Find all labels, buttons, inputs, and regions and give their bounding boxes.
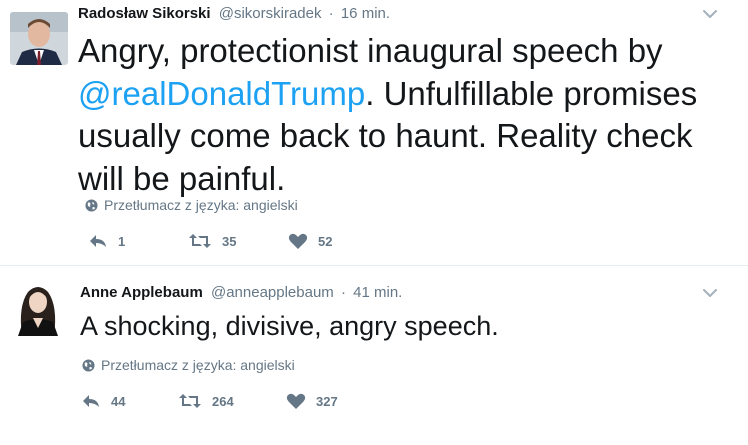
reply-count: 44 [111,393,126,409]
like-count: 327 [316,394,338,409]
mention-link[interactable]: @realDonaldTrump [78,75,365,112]
reply-button[interactable]: 44 [81,393,125,409]
tweet-text: A shocking, divisive, angry speech. [80,309,718,343]
retweet-button[interactable]: 264 [178,393,234,409]
tweet: Anne Applebaum @anneapplebaum · 41 min. … [0,265,748,445]
retweet-icon [189,234,211,248]
heart-icon [288,233,308,249]
reply-count: 1 [118,233,126,249]
tweet-text: Angry, protectionist inaugural speech by… [78,30,718,200]
author-handle[interactable]: @sikorskiradek [219,5,322,22]
author-handle[interactable]: @anneapplebaum [211,284,334,301]
tweet-text-part: Angry, protectionist inaugural speech by [78,32,663,69]
avatar-image [8,278,68,336]
retweet-count: 264 [212,393,234,409]
reply-icon [83,395,99,407]
translate-label: Przetłumacz z języka: angielski [101,357,295,373]
chevron-down-icon[interactable] [702,288,718,298]
translate-label: Przetłumacz z języka: angielski [104,197,298,213]
retweet-icon [179,394,201,408]
tweet: Radosław Sikorski @sikorskiradek · 16 mi… [0,0,748,265]
like-count: 52 [318,234,333,249]
chevron-down-icon[interactable] [702,9,718,19]
avatar[interactable] [10,12,68,65]
timestamp[interactable]: 41 min. [353,284,402,301]
like-button[interactable]: 52 [288,233,332,250]
retweet-button[interactable]: 35 [188,233,236,249]
separator: · [328,5,334,22]
translate-link[interactable]: Przetłumacz z języka: angielski [85,197,298,213]
tweet-text-part: A shocking, divisive, angry speech. [80,311,499,341]
avatar-image [10,12,68,65]
timestamp[interactable]: 16 min. [341,5,390,22]
tweet-header: Anne Applebaum @anneapplebaum · 41 min. [80,284,402,301]
heart-icon [286,393,306,409]
author-name[interactable]: Anne Applebaum [80,284,203,301]
globe-icon [82,358,95,372]
globe-icon [85,198,98,212]
separator: · [340,284,346,301]
like-button[interactable]: 327 [286,393,338,410]
reply-icon [90,235,106,247]
action-bar: 1 35 52 [0,233,748,253]
translate-link[interactable]: Przetłumacz z języka: angielski [82,357,295,373]
author-name[interactable]: Radosław Sikorski [78,5,211,22]
tweet-header: Radosław Sikorski @sikorskiradek · 16 mi… [78,5,390,22]
retweet-count: 35 [222,233,237,249]
avatar[interactable] [8,278,68,336]
action-bar: 44 264 327 [0,393,748,413]
reply-button[interactable]: 1 [88,233,125,249]
